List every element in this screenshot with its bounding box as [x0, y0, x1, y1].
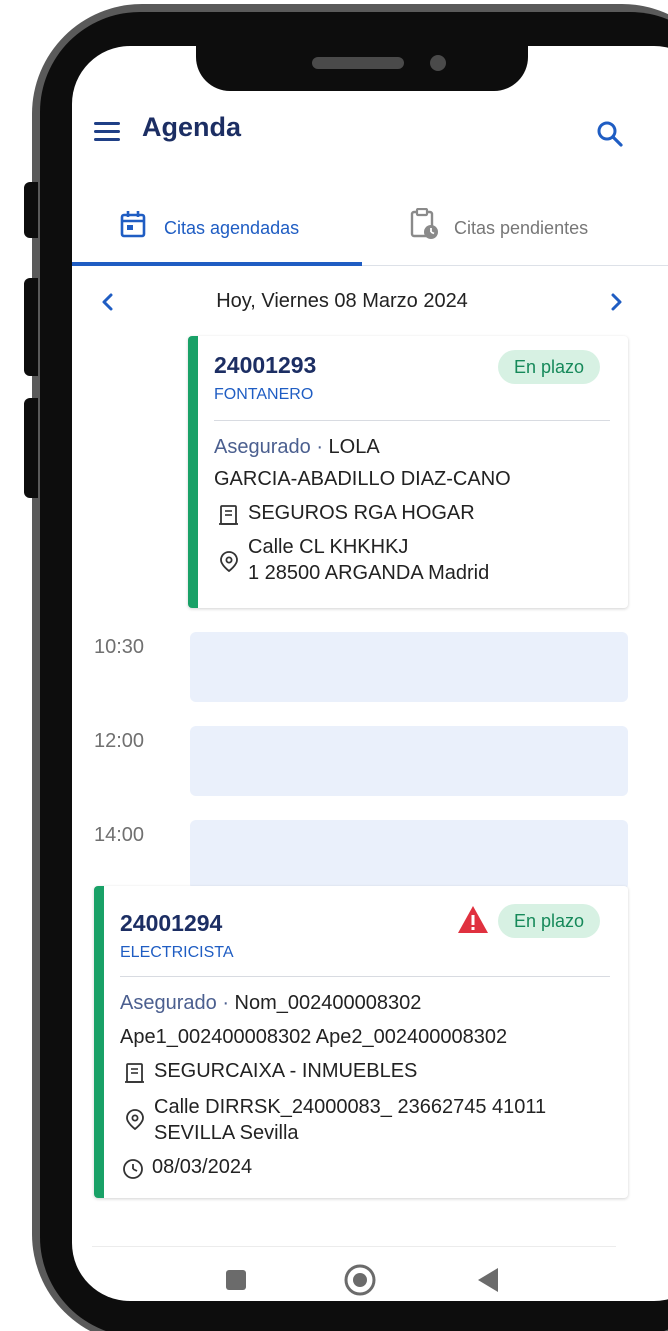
insured-row: Asegurado · Nom_002400008302	[120, 992, 421, 1015]
clock-icon	[123, 1159, 143, 1179]
home-circle-icon[interactable]	[342, 1262, 378, 1298]
phone-speaker	[312, 57, 404, 69]
appointment-trade: ELECTRICISTA	[120, 944, 234, 961]
time-label: 14:00	[94, 824, 145, 846]
phone-camera	[430, 55, 446, 71]
appointment-number: 24001294	[120, 910, 223, 936]
insurer-name: SEGURCAIXA - INMUEBLES	[154, 1060, 418, 1082]
menu-icon[interactable]	[94, 122, 120, 142]
card-accent-bar	[188, 336, 198, 608]
bottom-divider	[92, 1246, 616, 1247]
card-accent-bar	[94, 886, 104, 1198]
insured-surname: Ape1_002400008302 Ape2_002400008302	[120, 1026, 508, 1048]
back-triangle-icon[interactable]	[470, 1262, 506, 1298]
app-screen: Agenda Citas agendadas Citas pendientes …	[72, 46, 668, 1301]
insured-label: Asegurado	[120, 992, 217, 1014]
chevron-right-icon[interactable]	[606, 292, 626, 312]
location-pin-icon	[126, 1109, 144, 1130]
warning-icon	[458, 906, 488, 933]
search-icon[interactable]	[596, 120, 624, 148]
tab-active-indicator	[72, 262, 362, 266]
address-line-1: Calle CL KHKHKJ	[248, 536, 409, 558]
address-line-2: 1 28500 ARGANDA Madrid	[248, 562, 490, 584]
insurer-name: SEGUROS RGA HOGAR	[248, 502, 475, 524]
address-line-2: SEVILLA Sevilla	[154, 1122, 299, 1144]
card-divider	[120, 976, 610, 977]
insured-name: LOLA	[328, 436, 380, 458]
time-label: 12:00	[94, 730, 145, 752]
phone-volume-down-button	[24, 398, 38, 498]
time-slot[interactable]	[190, 632, 628, 702]
phone-side-button-action	[24, 182, 38, 238]
tab-citas-pendientes[interactable]: Citas pendientes	[362, 196, 652, 256]
appointment-card[interactable]: 24001294 ELECTRICISTA En plazo Asegurado…	[94, 886, 628, 1198]
document-icon	[125, 1063, 144, 1083]
card-divider	[214, 420, 610, 421]
appointment-trade: FONTANERO	[214, 386, 314, 403]
separator-dot: ·	[316, 436, 329, 458]
insured-surname: GARCIA-ABADILLO DIAZ-CANO	[214, 468, 511, 490]
appointment-number: 24001293	[214, 352, 317, 378]
appointment-date: 08/03/2024	[152, 1156, 253, 1178]
time-slot[interactable]	[190, 820, 628, 890]
address-line-1: Calle DIRRSK_24000083_ 23662745 41011	[154, 1096, 547, 1118]
status-badge: En plazo	[498, 904, 601, 938]
tab-label: Citas agendadas	[164, 218, 300, 238]
square-icon[interactable]	[218, 1262, 254, 1298]
tab-label: Citas pendientes	[454, 218, 589, 238]
calendar-icon	[120, 211, 146, 238]
phone-mockup: Agenda Citas agendadas Citas pendientes …	[0, 0, 668, 1331]
time-slot[interactable]	[190, 726, 628, 796]
insured-row: Asegurado · LOLA	[214, 436, 380, 459]
insured-name: Nom_002400008302	[234, 992, 422, 1014]
time-label: 10:30	[94, 636, 145, 658]
location-pin-icon	[220, 551, 238, 572]
status-badge: En plazo	[498, 350, 601, 384]
phone-volume-up-button	[24, 278, 38, 376]
insured-label: Asegurado	[214, 436, 311, 458]
document-icon	[219, 505, 238, 525]
clipboard-clock-icon	[410, 208, 438, 239]
page-title: Agenda	[142, 112, 242, 142]
appointment-card[interactable]: 24001293 FONTANERO En plazo Asegurado · …	[188, 336, 628, 608]
tab-citas-agendadas[interactable]: Citas agendadas	[72, 196, 362, 256]
date-label: Hoy, Viernes 08 Marzo 2024	[216, 290, 468, 312]
separator-dot: ·	[222, 992, 235, 1014]
